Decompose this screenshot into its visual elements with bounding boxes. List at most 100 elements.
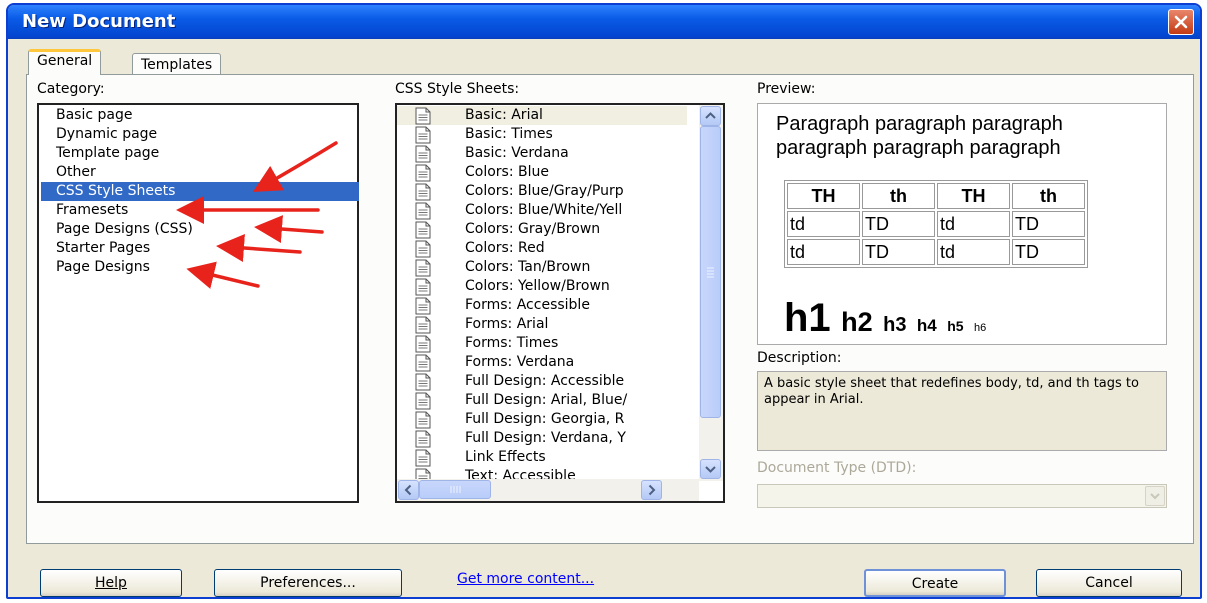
preview-table-cell: td [937,239,1010,265]
category-item[interactable]: Page Designs [53,258,153,277]
document-icon [415,430,431,448]
css-sheet-item[interactable]: Basic: Verdana [397,144,687,163]
preview-table-cell: td [787,211,860,237]
css-sheet-label: Colors: Blue/Gray/Purp [465,183,624,199]
scroll-right-button[interactable] [641,480,662,500]
chevron-down-icon [1150,493,1160,500]
category-item[interactable]: Dynamic page [53,125,160,144]
css-sheet-item[interactable]: Full Design: Arial, Blue/ [397,391,687,410]
css-sheet-label: Colors: Yellow/Brown [465,278,610,294]
category-item[interactable]: Other [53,163,99,182]
css-sheet-label: Full Design: Arial, Blue/ [465,392,628,408]
document-icon [415,240,431,258]
preview-heading-h5: h5 [947,318,964,334]
css-sheet-label: Forms: Times [465,335,559,351]
chevron-up-icon [705,112,716,119]
css-sheet-label: Forms: Arial [465,316,549,332]
category-item[interactable]: CSS Style Sheets [41,182,359,201]
tab-general[interactable]: General [28,49,102,75]
category-item[interactable]: Template page [53,144,162,163]
css-sheet-item[interactable]: Link Effects [397,448,687,467]
horizontal-scroll-thumb[interactable] [419,480,491,499]
grip-icon [450,486,461,493]
title-bar[interactable]: New Document [8,5,1200,39]
document-icon [415,221,431,239]
category-list[interactable]: Basic page Dynamic page Template page Other… [37,103,359,503]
cancel-button[interactable]: Cancel [1036,569,1182,597]
category-item[interactable]: Page Designs (CSS) [53,220,196,239]
description-label: Description: [757,350,842,366]
scroll-down-button[interactable] [700,459,721,479]
css-sheet-item[interactable]: Forms: Accessible [397,296,687,315]
dialog-body: General Templates Category: Basic page Dy… [8,39,1200,597]
document-icon [415,316,431,334]
css-sheet-item[interactable]: Colors: Gray/Brown [397,220,687,239]
css-sheet-label: Full Design: Verdana, Y [465,430,626,446]
document-icon [415,259,431,277]
document-icon [415,164,431,182]
document-icon [415,449,431,467]
preview-table-cell: TD [862,239,935,265]
preferences-button[interactable]: Preferences... [214,569,402,597]
css-sheet-item[interactable]: Colors: Red [397,239,687,258]
css-sheet-item[interactable]: Basic: Times [397,125,687,144]
preview-headings: h1 h2 h3 h4 h5 h6 [784,296,992,341]
css-sheet-item[interactable]: Colors: Tan/Brown [397,258,687,277]
css-sheet-item[interactable]: Full Design: Georgia, R [397,410,687,429]
category-label: Category: [37,81,105,97]
preview-heading-h2: h2 [841,307,873,337]
css-sheet-label: Forms: Verdana [465,354,575,370]
css-sheet-item[interactable]: Colors: Blue [397,163,687,182]
window-title: New Document [22,11,176,32]
css-sheet-item[interactable]: Colors: Blue/Gray/Purp [397,182,687,201]
vertical-scrollbar[interactable] [699,105,723,481]
preview-paragraph-line: Paragraph paragraph paragraph [776,113,1063,135]
preview-table-header: th [1012,183,1085,209]
document-icon [415,183,431,201]
css-sheet-label: Colors: Red [465,240,545,256]
css-sheet-item[interactable]: Colors: Yellow/Brown [397,277,687,296]
preview-paragraph-line: paragraph paragraph paragraph [776,137,1061,159]
css-sheet-label: Basic: Times [465,126,553,142]
document-icon [415,278,431,296]
document-icon [415,392,431,410]
css-sheet-item[interactable]: Forms: Times [397,334,687,353]
css-sheet-label: Colors: Gray/Brown [465,221,601,237]
new-document-dialog: New Document General Templates Category:… [6,3,1202,599]
document-icon [415,297,431,315]
description-text: A basic style sheet that redefines body,… [757,371,1167,451]
css-sheets-label: CSS Style Sheets: [395,81,520,97]
tab-templates[interactable]: Templates [132,53,222,75]
preview-table: TH th TH th td TD td TD td TD td TD [784,180,1088,268]
css-sheets-list[interactable]: Basic: Arial Basic: Times Basic: Verdana Co… [395,103,725,503]
vertical-scroll-thumb[interactable] [700,126,721,418]
general-tab-panel: Category: Basic page Dynamic page Template… [26,74,1194,544]
css-sheet-item[interactable]: Basic: Arial [397,106,687,125]
document-icon [415,335,431,353]
help-button[interactable]: Help [40,569,182,597]
category-item[interactable]: Basic page [53,106,135,125]
css-sheet-item[interactable]: Full Design: Accessible [397,372,687,391]
create-button[interactable]: Create [864,569,1006,597]
css-sheet-item[interactable]: Full Design: Verdana, Y [397,429,687,448]
css-sheet-item[interactable]: Colors: Blue/White/Yell [397,201,687,220]
document-icon [415,373,431,391]
css-sheet-label: Full Design: Accessible [465,373,625,389]
scroll-up-button[interactable] [700,106,721,126]
doctype-select[interactable] [757,484,1167,508]
preview-table-header: TH [787,183,860,209]
scroll-left-button[interactable] [398,480,419,500]
preview-table-cell: TD [1012,211,1085,237]
css-sheet-label: Colors: Blue/White/Yell [465,202,623,218]
close-button[interactable] [1168,9,1194,35]
horizontal-scrollbar[interactable] [397,479,699,501]
document-icon [415,107,431,125]
doctype-dropdown-button[interactable] [1145,486,1165,506]
document-icon [415,126,431,144]
css-sheet-label: Link Effects [465,449,546,465]
category-item[interactable]: Starter Pages [53,239,153,258]
get-more-content-link[interactable]: Get more content... [457,571,594,587]
category-item[interactable]: Framesets [53,201,131,220]
css-sheet-item[interactable]: Forms: Arial [397,315,687,334]
css-sheet-item[interactable]: Forms: Verdana [397,353,687,372]
